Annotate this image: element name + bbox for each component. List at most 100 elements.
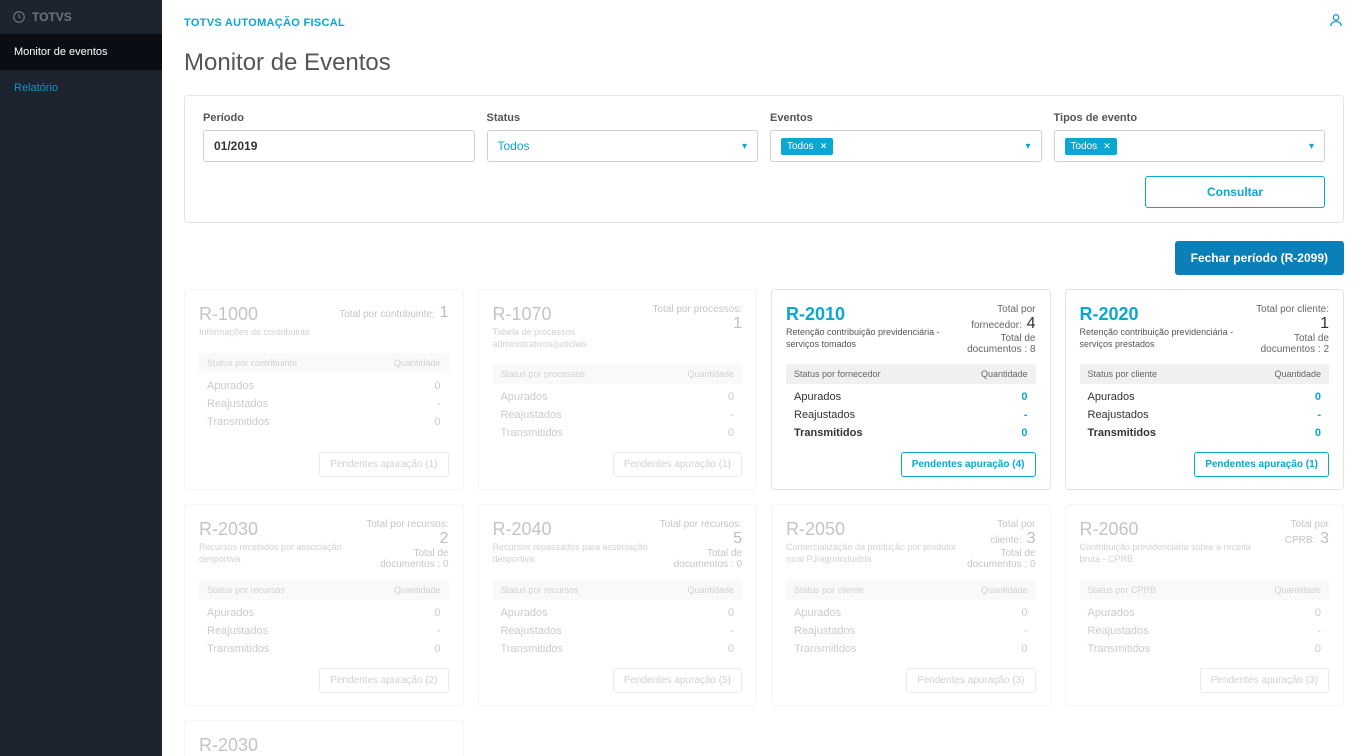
status-select[interactable]: Todos ▾ xyxy=(487,130,759,162)
status-row: Transmitidos0 xyxy=(493,640,743,658)
status-row: Reajustados- xyxy=(199,395,449,413)
card-desc: Contribuição previdenciária sobre a rece… xyxy=(1080,542,1261,565)
brand-label: TOTVS AUTOMAÇÃO FISCAL xyxy=(184,17,345,29)
status-header: Status por contribuinteQuantidade xyxy=(199,353,449,373)
sidebar-item-0[interactable]: Monitor de eventos xyxy=(0,34,162,70)
eventos-label: Eventos xyxy=(770,112,1042,124)
status-label: Status xyxy=(487,112,759,124)
pending-button[interactable]: Pendentes apuração (1) xyxy=(613,452,742,477)
pending-button[interactable]: Pendentes apuração (5) xyxy=(613,668,742,693)
status-row: Transmitidos0 xyxy=(786,640,1036,658)
status-row: Apurados0 xyxy=(199,377,449,395)
status-header: Status por recursosQuantidade xyxy=(199,580,449,600)
filter-panel: Período 01/2019 Status Todos ▾ Eventos T… xyxy=(184,95,1344,223)
status-header: Status por clienteQuantidade xyxy=(786,580,1036,600)
pending-button[interactable]: Pendentes apuração (4) xyxy=(901,452,1036,477)
status-row: Reajustados- xyxy=(493,406,743,424)
status-row: Transmitidos0 xyxy=(1080,424,1330,442)
status-row: Reajustados- xyxy=(493,622,743,640)
card-R-1000: R-1000 Informações do contribuinte Total p… xyxy=(184,289,464,490)
status-row: Apurados0 xyxy=(493,604,743,622)
periodo-label: Período xyxy=(203,112,475,124)
card-code: R-2010 xyxy=(786,304,956,325)
close-icon[interactable]: ✕ xyxy=(1103,141,1111,152)
status-row: Apurados0 xyxy=(199,604,449,622)
status-header: Status por clienteQuantidade xyxy=(1080,364,1330,384)
card-totals: Total por processos: 1 xyxy=(651,304,742,333)
status-row: Reajustados- xyxy=(199,622,449,640)
pending-button[interactable]: Pendentes apuração (3) xyxy=(906,668,1035,693)
status-row: Transmitidos0 xyxy=(199,413,449,431)
card-code: R-1000 xyxy=(199,304,310,325)
card-desc: Retenção contribuição previdenciária - s… xyxy=(1080,327,1251,350)
card-R-1070: R-1070Tabela de processos administrativo… xyxy=(478,289,758,490)
status-row: Apurados0 xyxy=(1080,604,1330,622)
card-R-2050: R-2050Comercialização da produção por pr… xyxy=(771,504,1051,705)
page-title: Monitor de Eventos xyxy=(162,41,1366,95)
user-icon[interactable] xyxy=(1328,12,1344,33)
status-header: Status por processosQuantidade xyxy=(493,364,743,384)
card-desc: Recursos recebidos por associação despor… xyxy=(199,542,358,565)
card-desc: Retenção contribuição previdenciária - s… xyxy=(786,327,956,350)
card-code: R-2030 xyxy=(199,519,358,540)
card-R-2020: R-2020Retenção contribuição previdenciár… xyxy=(1065,289,1345,490)
card-code: R-2040 xyxy=(493,519,656,540)
card-totals: Total por cliente: 3Total de documentos … xyxy=(963,519,1036,570)
sidebar-item-1[interactable]: Relatório xyxy=(0,70,162,106)
eventos-select[interactable]: Todos✕ ▾ xyxy=(770,130,1042,162)
status-row: Transmitidos0 xyxy=(199,640,449,658)
card-desc: Tabela de processos administrativos/judi… xyxy=(493,327,651,350)
pending-button[interactable]: Pendentes apuração (2) xyxy=(319,668,448,693)
card-desc: Recursos repassados para associação desp… xyxy=(493,542,656,565)
card-totals: Total por cliente: 1Total de documentos … xyxy=(1250,304,1329,355)
card-code: R-1070 xyxy=(493,304,651,325)
logo-text: TOTVS xyxy=(32,10,72,24)
status-row: Reajustados- xyxy=(786,622,1036,640)
card-totals: Total por CPRB: 3 xyxy=(1261,519,1329,548)
card-code: R-2020 xyxy=(1080,304,1251,325)
card-code: R-2030 xyxy=(199,735,258,756)
totvs-icon xyxy=(12,10,26,24)
status-row: Apurados0 xyxy=(493,388,743,406)
card-R-2040: R-2040Recursos repassados para associaçã… xyxy=(478,504,758,705)
periodo-input[interactable]: 01/2019 xyxy=(203,130,475,162)
chevron-down-icon: ▾ xyxy=(1025,141,1030,152)
status-row: Transmitidos0 xyxy=(786,424,1036,442)
close-icon[interactable]: ✕ xyxy=(820,141,828,152)
consultar-button[interactable]: Consultar xyxy=(1145,176,1325,208)
tipos-select[interactable]: Todos✕ ▾ xyxy=(1054,130,1326,162)
card-desc: Comercialização da produção por produtor… xyxy=(786,542,963,565)
topbar: TOTVS AUTOMAÇÃO FISCAL xyxy=(162,0,1366,41)
status-row: Apurados0 xyxy=(786,604,1036,622)
fechar-periodo-button[interactable]: Fechar período (R-2099) xyxy=(1175,241,1344,275)
main-content: TOTVS AUTOMAÇÃO FISCAL Monitor de Evento… xyxy=(162,0,1366,756)
status-row: Apurados0 xyxy=(1080,388,1330,406)
sidebar: TOTVS Monitor de eventosRelatório xyxy=(0,0,162,756)
status-row: Reajustados- xyxy=(1080,622,1330,640)
pending-button[interactable]: Pendentes apuração (1) xyxy=(1194,452,1329,477)
card-R-2060: R-2060Contribuição previdenciária sobre … xyxy=(1065,504,1345,705)
eventos-chip[interactable]: Todos✕ xyxy=(781,138,833,155)
tipos-chip[interactable]: Todos✕ xyxy=(1065,138,1117,155)
card-code: R-2050 xyxy=(786,519,963,540)
card-totals: Total por fornecedor: 4Total de document… xyxy=(956,304,1036,355)
status-row: Transmitidos0 xyxy=(1080,640,1330,658)
card-desc: Informações do contribuinte xyxy=(199,327,310,339)
card-totals: Total por recursos: 5Total de documentos… xyxy=(655,519,742,570)
card-code: R-2060 xyxy=(1080,519,1261,540)
cards-grid: R-1000 Informações do contribuinte Total p… xyxy=(162,289,1366,756)
card-R-2030: R-2030 xyxy=(184,720,464,756)
pending-button[interactable]: Pendentes apuração (3) xyxy=(1200,668,1329,693)
status-row: Reajustados- xyxy=(1080,406,1330,424)
pending-button[interactable]: Pendentes apuração (1) xyxy=(319,452,448,477)
card-totals: Total por contribuinte: 1 xyxy=(339,304,448,322)
status-row: Reajustados- xyxy=(786,406,1036,424)
card-totals: Total por recursos: 2Total de documentos… xyxy=(358,519,448,570)
status-header: Status por fornecedorQuantidade xyxy=(786,364,1036,384)
card-R-2010: R-2010Retenção contribuição previdenciár… xyxy=(771,289,1051,490)
chevron-down-icon: ▾ xyxy=(1309,141,1314,152)
status-row: Apurados0 xyxy=(786,388,1036,406)
logo: TOTVS xyxy=(0,0,162,34)
card-R-2030: R-2030Recursos recebidos por associação … xyxy=(184,504,464,705)
status-header: Status por recursosQuantidade xyxy=(493,580,743,600)
